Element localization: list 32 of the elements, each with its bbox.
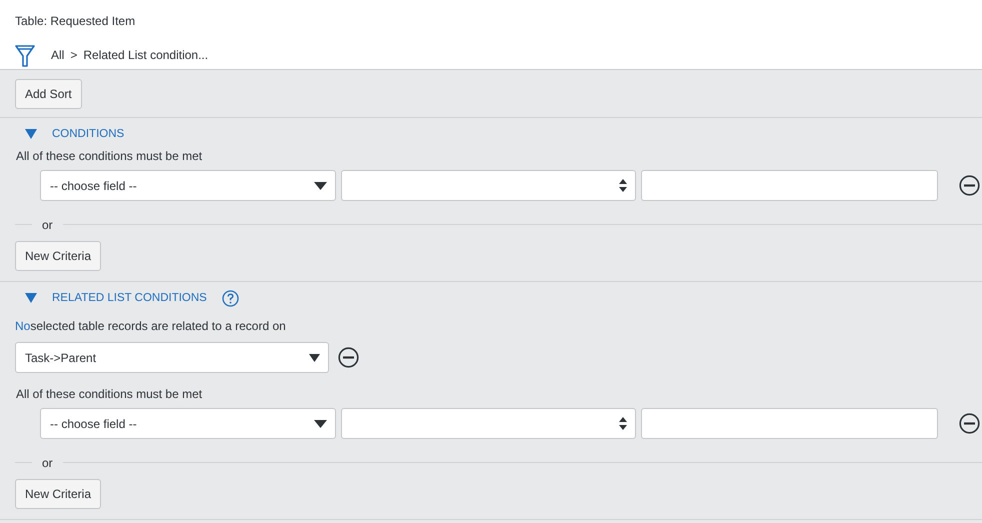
remove-icon[interactable] bbox=[959, 413, 980, 434]
relation-description: selected table records are related to a record on bbox=[30, 319, 286, 333]
criteria-heading: All of these conditions must be met bbox=[15, 149, 204, 164]
collapse-triangle-icon[interactable] bbox=[25, 129, 37, 139]
help-icon[interactable] bbox=[222, 290, 239, 306]
caret-down-icon bbox=[314, 420, 327, 428]
field-select[interactable]: -- choose field -- bbox=[40, 408, 336, 439]
add-sort-button[interactable]: Add Sort bbox=[15, 79, 82, 109]
new-criteria-button[interactable]: New Criteria bbox=[15, 479, 102, 509]
breadcrumb-separator: > bbox=[70, 48, 78, 62]
remove-icon[interactable] bbox=[338, 347, 359, 368]
caret-down-icon bbox=[309, 354, 320, 362]
caret-down-icon bbox=[314, 182, 327, 190]
relation-select[interactable]: Task->Parent bbox=[15, 342, 329, 373]
or-label: or bbox=[41, 456, 54, 470]
up-down-arrows-icon bbox=[619, 179, 627, 192]
field-select[interactable]: -- choose field -- bbox=[40, 170, 336, 201]
section-title[interactable]: CONDITIONS bbox=[52, 128, 124, 140]
value-input[interactable] bbox=[641, 170, 938, 201]
value-input[interactable] bbox=[641, 408, 938, 439]
up-down-arrows-icon bbox=[619, 417, 627, 430]
or-label: or bbox=[41, 218, 54, 232]
table-label: Table: Requested Item bbox=[15, 13, 136, 30]
breadcrumb-link[interactable]: All bbox=[51, 48, 64, 62]
section-title[interactable]: RELATED LIST CONDITIONS bbox=[52, 292, 207, 304]
quantifier-link[interactable]: No bbox=[15, 319, 30, 333]
remove-icon[interactable] bbox=[959, 175, 980, 196]
new-criteria-button[interactable]: New Criteria bbox=[15, 241, 102, 271]
collapse-triangle-icon[interactable] bbox=[25, 293, 37, 303]
filter-icon[interactable] bbox=[15, 44, 35, 68]
criteria-heading: All of these conditions must be met bbox=[15, 386, 204, 402]
breadcrumb-link[interactable]: Related List condition... bbox=[83, 48, 208, 62]
